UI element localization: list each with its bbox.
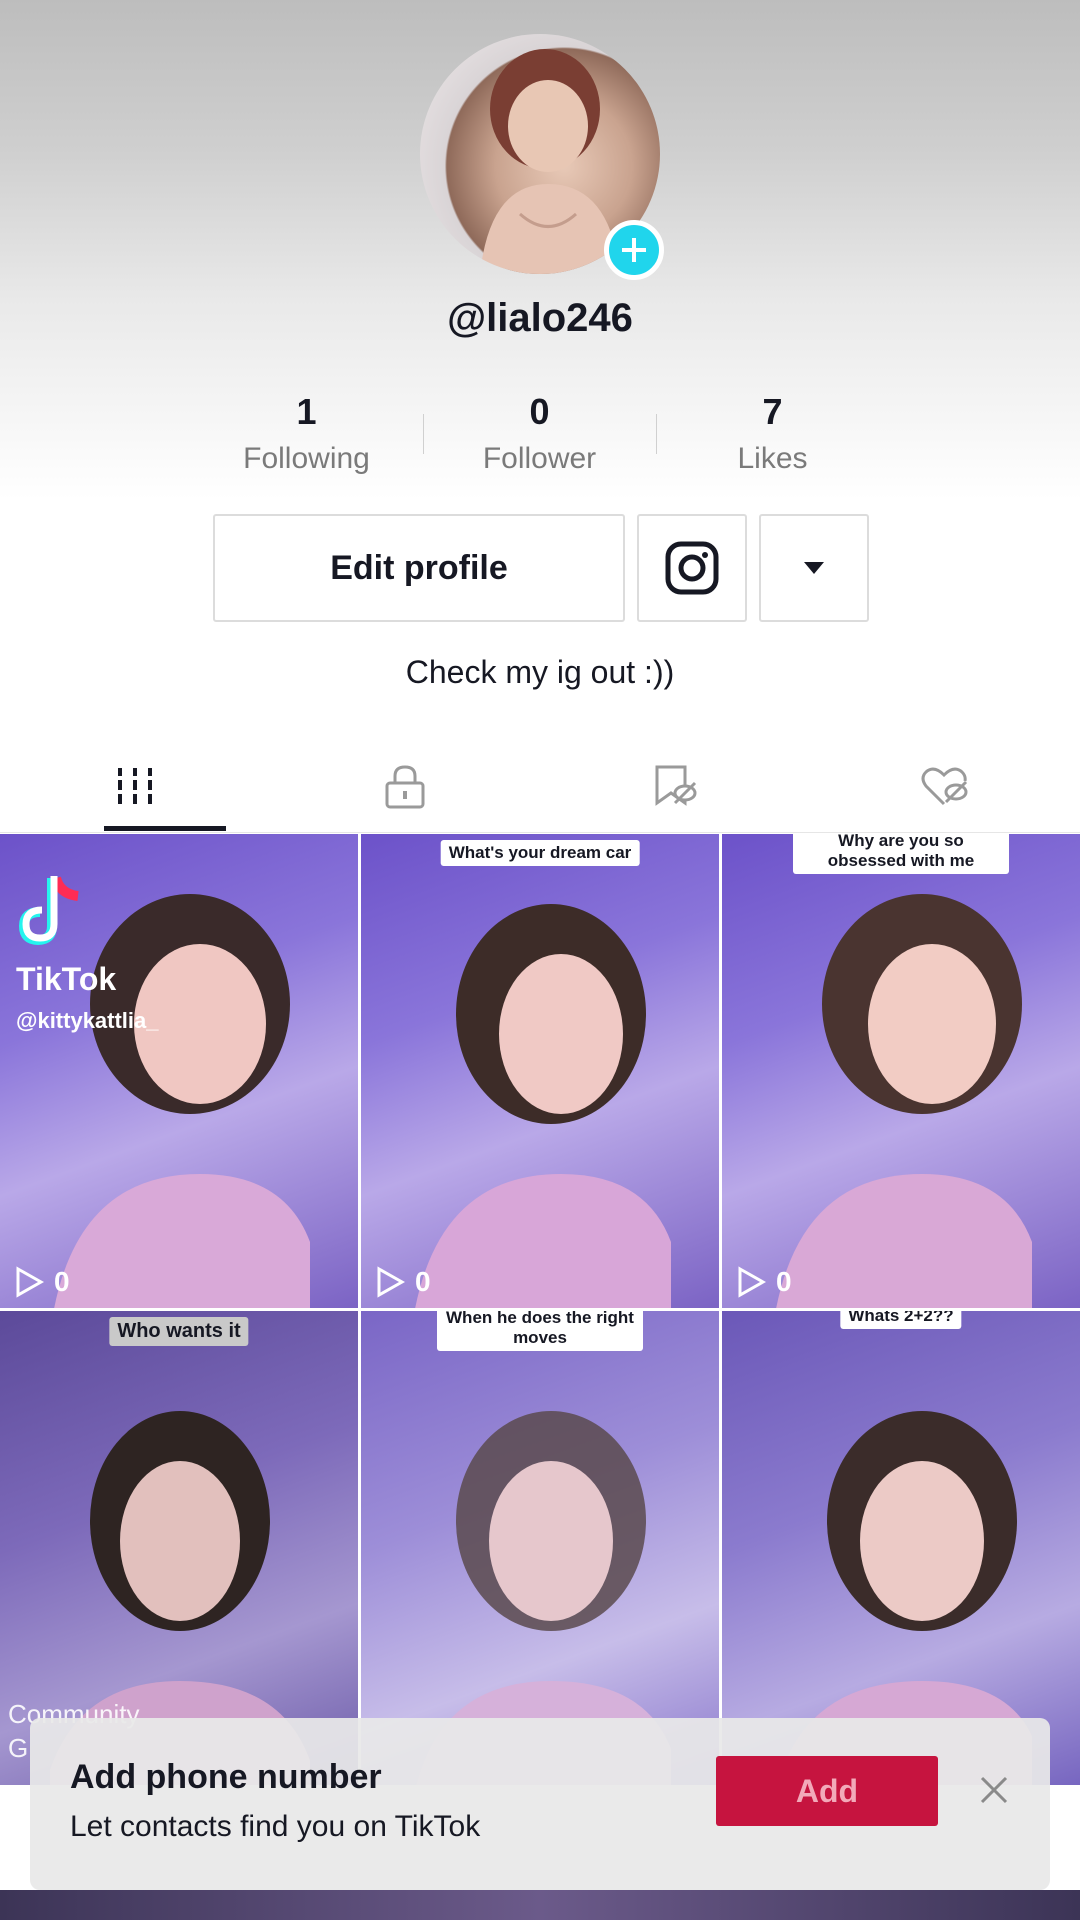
likes-count: 7 <box>762 391 783 432</box>
video-image <box>415 904 671 1308</box>
video-thumbnail[interactable]: Whats 2+2?? <box>722 1311 1080 1785</box>
video-caption: Who wants it <box>109 1317 249 1346</box>
following-count: 1 <box>296 391 317 432</box>
following-label: Following <box>243 442 370 475</box>
video-caption: What's your dream car <box>440 840 640 866</box>
grid-icon <box>118 768 152 804</box>
stat-likes[interactable]: 7 Likes <box>656 390 889 480</box>
bookmark-hidden-icon <box>655 765 697 806</box>
view-count-value: 0 <box>415 1266 431 1297</box>
add-phone-button[interactable]: Add <box>716 1756 938 1826</box>
view-count: 0 <box>736 1266 792 1298</box>
play-icon <box>16 1266 44 1298</box>
more-options-button[interactable] <box>759 514 869 622</box>
view-count: 0 <box>14 1266 70 1298</box>
video-caption: When he does the right moves <box>437 1311 643 1351</box>
play-icon <box>738 1266 766 1298</box>
heart-hidden-icon <box>921 767 968 806</box>
video-caption: Why are you so obsessed with me <box>793 834 1009 874</box>
stat-followers[interactable]: 0 Follower <box>423 390 656 480</box>
tiktok-watermark: TikTok @kittykattlia_ <box>16 874 159 1034</box>
video-thumbnail[interactable]: When he does the right moves <box>361 1311 719 1785</box>
lock-icon <box>385 765 425 809</box>
close-banner-button[interactable] <box>972 1768 1016 1812</box>
active-tab-indicator <box>104 826 226 831</box>
tab-videos[interactable] <box>0 740 270 832</box>
video-thumbnail[interactable]: Why are you so obsessed with me 0 <box>722 834 1080 1308</box>
stat-following[interactable]: 1 Following <box>190 390 423 480</box>
likes-label: Likes <box>737 442 808 475</box>
tab-private[interactable] <box>270 740 540 832</box>
username: @lialo246 <box>447 296 633 340</box>
close-icon <box>980 1776 1008 1804</box>
watermark-brand: TikTok <box>16 961 117 997</box>
video-image <box>776 894 1032 1308</box>
profile-avatar-container[interactable] <box>420 34 664 280</box>
plus-icon <box>622 238 646 262</box>
video-caption: Whats 2+2?? <box>840 1311 962 1329</box>
edit-profile-button[interactable]: Edit profile <box>213 514 625 622</box>
tab-favorites[interactable] <box>540 740 810 832</box>
view-count-value: 0 <box>776 1266 792 1297</box>
stat-divider <box>656 414 657 454</box>
add-phone-banner: Add phone number Let contacts find you o… <box>30 1718 1050 1890</box>
banner-title: Add phone number <box>70 1758 382 1796</box>
tab-liked[interactable] <box>810 740 1080 832</box>
instagram-icon <box>665 541 719 595</box>
add-avatar-button[interactable] <box>604 220 664 280</box>
video-thumbnail[interactable]: What's your dream car 0 <box>361 834 719 1308</box>
video-thumbnail[interactable]: Who wants it Community G <box>0 1311 358 1785</box>
follower-label: Follower <box>482 442 597 475</box>
video-thumbnail[interactable]: TikTok @kittykattlia_ 0 <box>0 834 358 1308</box>
view-count-value: 0 <box>54 1266 70 1297</box>
stat-divider <box>423 414 424 454</box>
view-count: 0 <box>375 1266 431 1298</box>
profile-tabs <box>0 740 1080 833</box>
tiktok-logo-icon <box>18 876 79 946</box>
instagram-button[interactable] <box>637 514 747 622</box>
caret-down-icon <box>804 562 824 574</box>
follower-count: 0 <box>529 391 550 432</box>
profile-stats: 1 Following 0 Follower 7 Likes <box>190 390 890 480</box>
watermark-handle: @kittykattlia_ <box>16 1008 159 1033</box>
play-icon <box>377 1266 405 1298</box>
profile-bio: Check my ig out :)) <box>405 654 675 690</box>
banner-subtitle: Let contacts find you on TikTok <box>70 1810 481 1843</box>
next-row-thumbnails <box>0 1890 1080 1920</box>
